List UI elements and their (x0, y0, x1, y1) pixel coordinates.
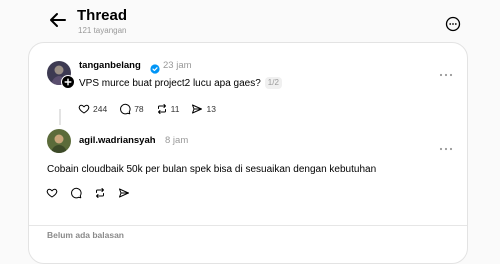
empty-replies-label: Belum ada balasan (47, 230, 125, 240)
post-username[interactable]: tanganbelang (79, 60, 141, 72)
comment-button[interactable] (70, 187, 82, 199)
comment-count: 78 (134, 104, 144, 114)
thread-line (59, 109, 61, 125)
repost-count: 11 (170, 104, 180, 114)
repost-icon (96, 188, 104, 198)
share-count: 13 (206, 104, 216, 114)
view-count: 121 tayangan (78, 26, 127, 35)
comment-icon (71, 187, 82, 199)
page-title: Thread (77, 7, 128, 24)
heart-icon (78, 104, 90, 114)
follow-plus-icon[interactable] (61, 75, 75, 89)
like-count: 244 (93, 104, 108, 114)
share-icon (119, 188, 129, 198)
comment-icon (120, 103, 131, 115)
avatar[interactable] (47, 129, 71, 153)
top-bar: Thread 121 tayangan (0, 0, 500, 44)
repost-button[interactable] (94, 187, 106, 199)
post-time: 23 jam (163, 60, 192, 71)
heart-icon (46, 188, 58, 198)
repost-icon (157, 104, 166, 114)
comment-button[interactable]: 78 (119, 103, 144, 115)
like-button[interactable]: 244 (78, 103, 107, 115)
thread-card: tanganbelang 23 jam VPS murce buat proje… (28, 42, 468, 264)
post-body: VPS murce buat project2 lucu apa gaes? (79, 78, 261, 89)
share-icon (192, 104, 203, 114)
more-dots-icon[interactable] (439, 139, 453, 151)
post-text: VPS murce buat project2 lucu apa gaes? 1/… (79, 77, 282, 90)
post-actions: 244 78 11 13 (78, 103, 228, 115)
like-button[interactable] (46, 187, 58, 199)
divider (29, 225, 467, 226)
back-arrow-icon[interactable] (46, 8, 70, 32)
verified-badge-icon (150, 61, 160, 74)
reply-username[interactable]: agil.wadriansyah (79, 135, 156, 147)
more-dots-icon[interactable] (439, 65, 453, 77)
repost-button[interactable]: 11 (156, 103, 180, 115)
more-circle-icon[interactable] (445, 16, 461, 32)
thread-pager[interactable]: 1/2 (264, 77, 282, 89)
share-button[interactable] (118, 187, 130, 199)
reply-text: Cobain cloudbaik 50k per bulan spek bisa… (47, 164, 377, 175)
reply-actions (46, 187, 142, 199)
reply-time: 8 jam (165, 135, 189, 146)
share-button[interactable]: 13 (191, 103, 216, 115)
